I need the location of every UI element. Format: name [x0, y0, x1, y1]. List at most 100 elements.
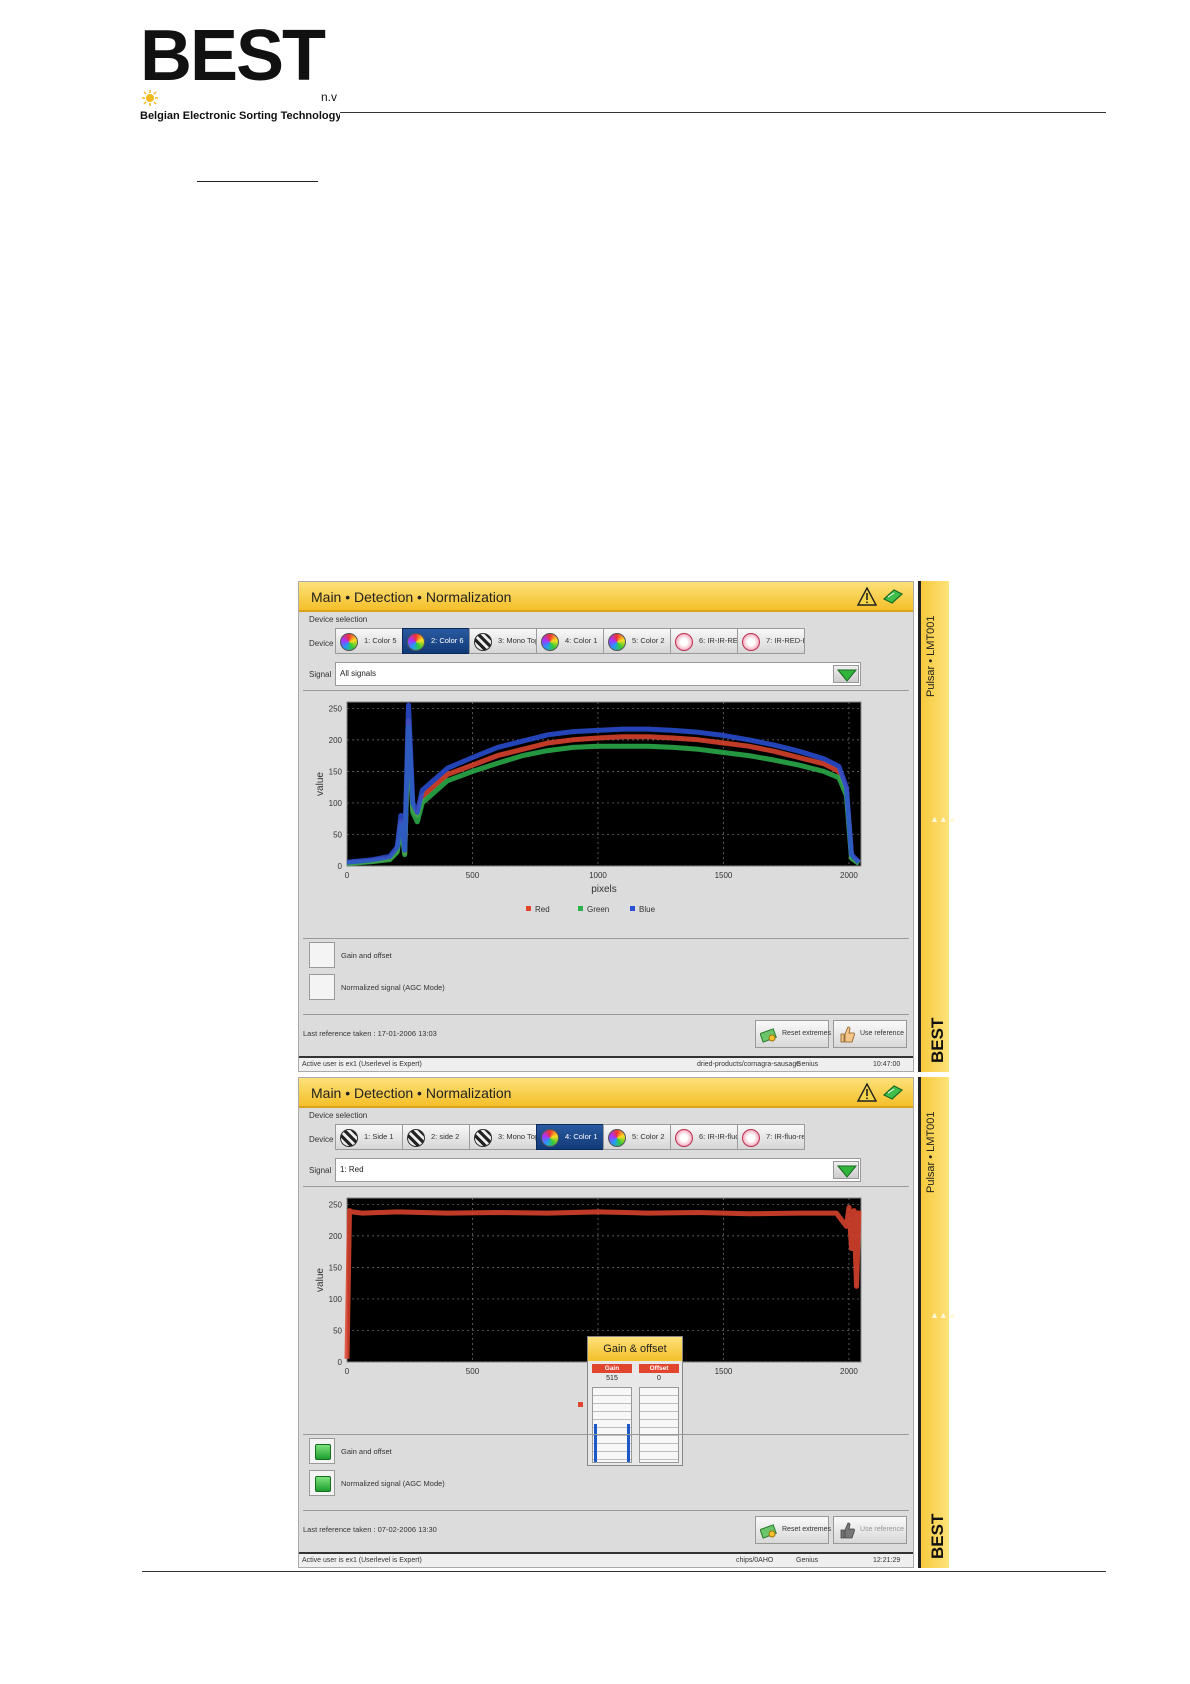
reset-extremes-button[interactable]: Reset extremes — [755, 1020, 831, 1048]
device-button-label: 3: Mono Top — [498, 636, 537, 645]
device-button-label: 4: Color 1 — [565, 1132, 598, 1141]
x-tick-label: 0 — [345, 1367, 350, 1376]
device-button-6[interactable]: 6: IR-IR-fluo — [670, 1124, 738, 1150]
device-button-label: 6: IR-IR-RED — [699, 636, 738, 645]
y-tick-label: 0 — [338, 1358, 343, 1367]
gain-offset-checkbox[interactable] — [309, 1438, 335, 1464]
device-button-2[interactable]: 2: Color 6 — [402, 628, 470, 654]
signal-dropdown-button[interactable] — [833, 665, 859, 683]
color-icon — [608, 633, 626, 651]
status-product: chips/0AHO — [736, 1557, 774, 1564]
y-tick-label: 200 — [329, 736, 343, 745]
title-bar: Main • Detection • Normalization — [299, 582, 913, 612]
device-button-7[interactable]: 7: IR-fluo-red — [737, 1124, 805, 1150]
gain-offset-popup: Gain & offset Gain Offset 515 0 — [587, 1336, 683, 1466]
device-button-label: 5: Color 2 — [632, 636, 665, 645]
section-heading-underline — [197, 181, 318, 182]
device-button-5[interactable]: 5: Color 2 — [603, 1124, 671, 1150]
legend-swatch — [578, 906, 583, 911]
y-axis-label: value — [315, 772, 326, 796]
y-tick-label: 50 — [333, 1326, 342, 1335]
status-time: 10:47:00 — [873, 1061, 901, 1068]
normalization-screen-red-signal: Main • Detection • Normalization Device … — [298, 1077, 957, 1568]
logo-tagline: Belgian Electronic Sorting Technology — [140, 110, 340, 122]
use-reference-button[interactable]: Use reference — [833, 1516, 907, 1544]
thumbs-up-icon — [840, 1522, 855, 1539]
status-bar: Active user is ex1 (Userlevel is Expert)… — [299, 1056, 913, 1071]
y-tick-label: 250 — [329, 1200, 343, 1209]
signal-dropdown-button[interactable] — [833, 1161, 859, 1179]
legend-swatch — [526, 906, 531, 911]
device-button-3[interactable]: 3: Mono Top — [469, 628, 537, 654]
device-button-1[interactable]: 1: Color 5 — [335, 628, 403, 654]
gain-offset-checkbox[interactable] — [309, 942, 335, 968]
device-button-5[interactable]: 5: Color 2 — [603, 628, 671, 654]
popup-title: Gain & offset — [588, 1337, 682, 1361]
device-button-label: 1: Color 5 — [364, 636, 397, 645]
device-button-3[interactable]: 3: Mono Top — [469, 1124, 537, 1150]
warning-icon[interactable] — [857, 587, 877, 606]
color-icon — [541, 1129, 559, 1147]
thumbs-up-icon — [840, 1026, 855, 1043]
reset-money-icon — [760, 1524, 777, 1539]
device-button-7[interactable]: 7: IR-RED-BLUE — [737, 628, 805, 654]
warning-icon[interactable] — [857, 1083, 877, 1102]
y-tick-label: 50 — [333, 830, 342, 839]
offset-header: Offset — [639, 1364, 679, 1373]
status-mode: Genius — [796, 1557, 819, 1564]
gain-slider[interactable] — [592, 1387, 632, 1463]
signal-chart: 0501001502002500500100015002000pixelsval… — [303, 1190, 909, 1466]
signal-select[interactable]: 1: Red — [335, 1158, 861, 1182]
x-tick-label: 2000 — [840, 871, 858, 880]
device-button-4[interactable]: 4: Color 1 — [536, 1124, 604, 1150]
normalized-signal-checkbox[interactable] — [309, 974, 335, 1000]
device-label: Device — [309, 639, 334, 648]
device-button-label: 7: IR-RED-BLUE — [766, 636, 804, 645]
color-icon — [340, 633, 358, 651]
offset-value: 0 — [657, 1375, 661, 1382]
scroll-arrows-icon[interactable]: ▲▲▲ — [930, 813, 957, 825]
y-tick-label: 100 — [329, 799, 343, 808]
status-user: Active user is ex1 (Userlevel is Expert) — [302, 1061, 422, 1068]
divider — [303, 938, 909, 939]
color-icon — [541, 633, 559, 651]
device-button-label: 5: Color 2 — [632, 1132, 665, 1141]
offset-slider[interactable] — [639, 1387, 679, 1463]
mono-icon — [474, 1129, 492, 1147]
x-tick-label: 1500 — [715, 871, 733, 880]
color-icon — [608, 1129, 626, 1147]
use-reference-button[interactable]: Use reference — [833, 1020, 907, 1048]
scroll-arrows-icon[interactable]: ▲▲▲ — [930, 1309, 957, 1321]
company-logo: BEST n.v Belgian Electronic Sorting Tech… — [140, 20, 340, 130]
legend-swatch — [630, 906, 635, 911]
manual-book-icon[interactable] — [882, 1083, 904, 1101]
mono-icon — [407, 1129, 425, 1147]
y-axis-label: value — [315, 1268, 326, 1292]
y-tick-label: 200 — [329, 1232, 343, 1241]
device-button-4[interactable]: 4: Color 1 — [536, 628, 604, 654]
gain-header: Gain — [592, 1364, 632, 1373]
gain-offset-label: Gain and offset — [341, 1447, 392, 1456]
status-mode: Genius — [796, 1061, 819, 1068]
signal-select[interactable]: All signals — [335, 662, 861, 686]
reset-money-icon — [760, 1028, 777, 1043]
divider — [303, 690, 909, 691]
signal-label: Signal — [309, 1166, 332, 1175]
normalized-signal-checkbox[interactable] — [309, 1470, 335, 1496]
side-logo: BEST — [928, 1017, 947, 1063]
device-button-6[interactable]: 6: IR-IR-RED — [670, 628, 738, 654]
manual-book-icon[interactable] — [882, 587, 904, 605]
device-button-label: 2: Color 6 — [431, 636, 464, 645]
device-button-2[interactable]: 2: side 2 — [402, 1124, 470, 1150]
ir-icon — [742, 633, 760, 651]
reset-extremes-button[interactable]: Reset extremes — [755, 1516, 832, 1544]
ir-icon — [675, 633, 693, 651]
status-time: 12:21:29 — [873, 1557, 901, 1564]
y-tick-label: 150 — [329, 1263, 343, 1272]
device-label: Device — [309, 1135, 334, 1144]
device-button-1[interactable]: 1: Side 1 — [335, 1124, 403, 1150]
legend-swatch — [578, 1402, 583, 1407]
last-reference-text: Last reference taken : 17-01-2006 13:03 — [303, 1029, 437, 1038]
device-button-label: 6: IR-IR-fluo — [699, 1132, 738, 1141]
reset-extremes-label: Reset extremes — [782, 1526, 832, 1533]
